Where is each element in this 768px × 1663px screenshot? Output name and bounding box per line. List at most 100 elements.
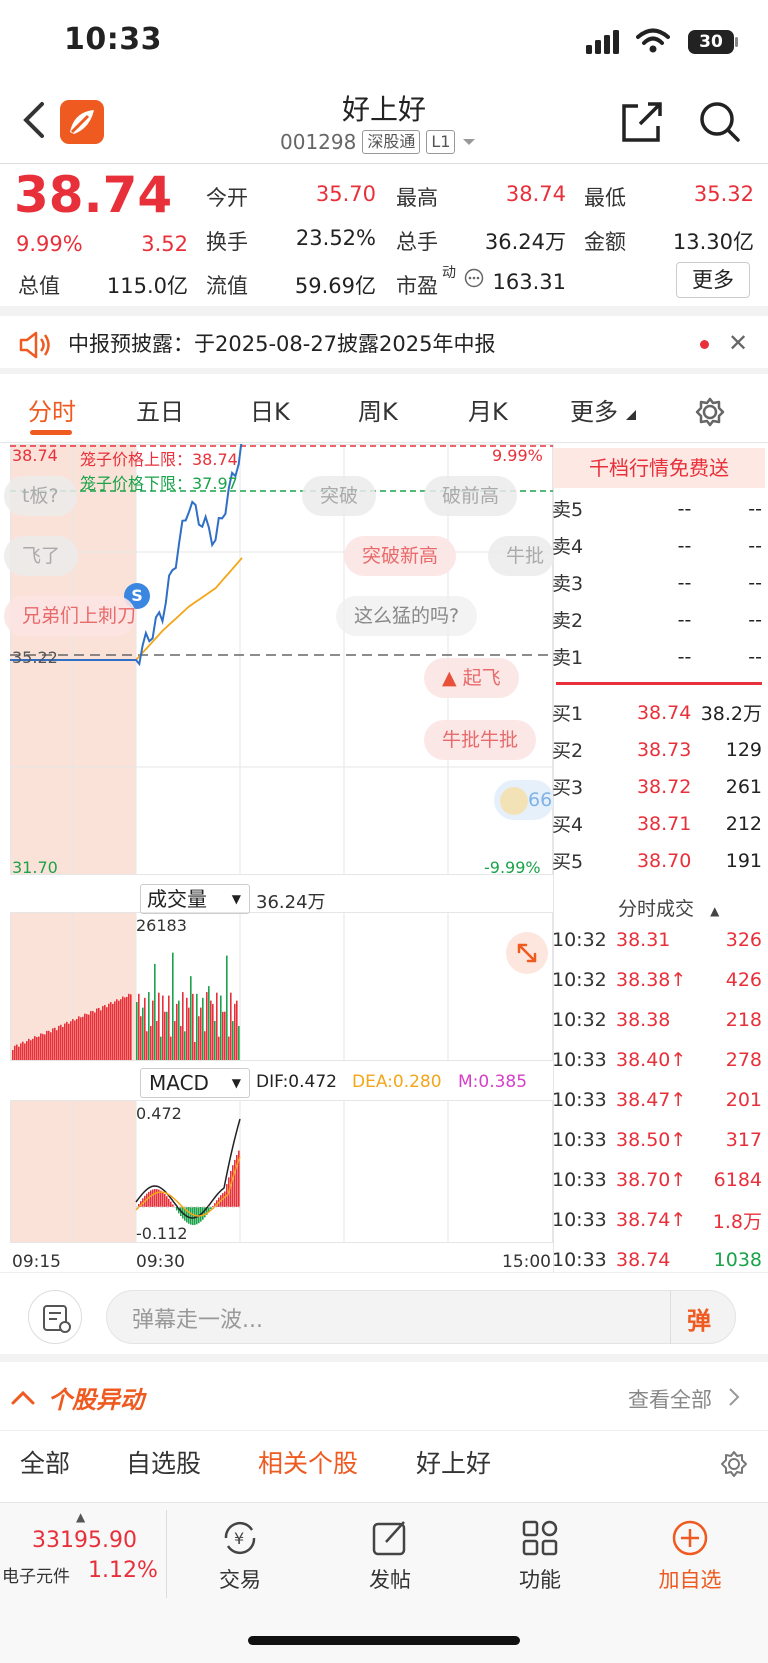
volume-bar bbox=[156, 1020, 158, 1060]
tab-weekly-k[interactable]: 周K bbox=[358, 392, 398, 427]
order-price: -- bbox=[677, 497, 692, 520]
subtab-related[interactable]: 相关个股 bbox=[258, 1444, 358, 1480]
last-price: 38.74 bbox=[14, 166, 173, 224]
post-button[interactable]: 发帖 bbox=[340, 1512, 440, 1622]
volume-bar bbox=[28, 1038, 30, 1060]
volume-bar bbox=[198, 1016, 200, 1060]
price-top-label: 38.74 bbox=[12, 446, 58, 465]
level2-promo-banner[interactable]: 千档行情免费送 bbox=[553, 448, 765, 488]
functions-label: 功能 bbox=[519, 1568, 561, 1592]
info-circle-icon[interactable] bbox=[464, 268, 484, 288]
sector-index-value[interactable]: 33195.90 bbox=[32, 1528, 137, 1553]
danmaku-bubble: 破前高 bbox=[424, 476, 518, 516]
volume-bar bbox=[216, 992, 218, 1060]
macd-bar bbox=[170, 1201, 172, 1207]
buy-orders: 买1 38.74 38.2万 买2 38.73 129 买3 38.72 261 买4 38.… bbox=[552, 694, 762, 879]
macd-bar bbox=[204, 1207, 206, 1218]
tick-volume: 326 bbox=[725, 929, 762, 951]
tab-daily-k[interactable]: 日K bbox=[250, 392, 290, 427]
close-icon[interactable]: ✕ bbox=[728, 329, 748, 357]
macd-indicator-select[interactable]: MACD ▼ bbox=[140, 1068, 250, 1098]
level-tag: L1 bbox=[426, 130, 456, 154]
subtab-this-stock[interactable]: 好上好 bbox=[416, 1444, 491, 1480]
pct-bottom-label: -9.99% bbox=[484, 858, 541, 877]
macd-bar bbox=[164, 1193, 166, 1207]
home-indicator bbox=[248, 1636, 520, 1645]
volume-bar bbox=[86, 1014, 88, 1060]
add-watchlist-button[interactable]: 加自选 bbox=[640, 1512, 740, 1622]
functions-button[interactable]: 功能 bbox=[490, 1512, 590, 1622]
subtab-watchlist[interactable]: 自选股 bbox=[126, 1444, 201, 1480]
tick-time: 10:33 bbox=[552, 1089, 607, 1111]
chevron-up-icon[interactable] bbox=[10, 1388, 36, 1406]
gear-icon[interactable] bbox=[694, 396, 726, 428]
tick-volume: 426 bbox=[725, 969, 762, 991]
expand-button[interactable] bbox=[506, 932, 548, 974]
volume-bar bbox=[110, 1002, 112, 1060]
stock-code: 001298 bbox=[280, 130, 357, 154]
view-all-link[interactable]: 查看全部 bbox=[628, 1384, 741, 1414]
cellular-signal-icon bbox=[586, 30, 619, 54]
tab-monthly-k[interactable]: 月K bbox=[468, 392, 508, 427]
order-volume: 212 bbox=[725, 812, 762, 835]
float-cap-label: 流值 bbox=[206, 274, 248, 298]
pe-dynamic-sup: 动 bbox=[442, 265, 456, 281]
volume-bar bbox=[210, 1000, 212, 1060]
tab-more[interactable]: 更多 bbox=[570, 392, 636, 427]
order-label: 卖4 bbox=[552, 536, 584, 558]
order-label: 买5 bbox=[552, 851, 584, 873]
volume-bar bbox=[234, 1003, 236, 1060]
tick-price: 38.31 bbox=[616, 929, 671, 951]
pe-label: 市盈 bbox=[396, 274, 438, 298]
more-quote-button[interactable]: 更多 bbox=[676, 262, 750, 298]
prev-close-label: 35.22 bbox=[12, 648, 58, 667]
volume-bar bbox=[56, 1030, 58, 1060]
intraday-chart[interactable] bbox=[10, 444, 553, 1270]
search-icon[interactable] bbox=[698, 100, 742, 144]
volume-bar bbox=[104, 1004, 106, 1060]
volume-indicator-select[interactable]: 成交量 ▼ bbox=[140, 884, 250, 914]
order-label: 卖2 bbox=[552, 610, 584, 632]
order-row: 买4 38.71 212 bbox=[552, 805, 762, 842]
sector-name: 电子元件 bbox=[2, 1567, 70, 1587]
volume-bar bbox=[192, 993, 194, 1060]
volume-bar bbox=[146, 1031, 148, 1060]
volume-bar bbox=[200, 1007, 202, 1060]
app-root: 10:33 30 好上好 001298 深股通 L1 38.74 9.99% 3… bbox=[0, 0, 768, 1663]
caret-down-icon[interactable] bbox=[461, 137, 477, 147]
volume-bar bbox=[70, 1021, 72, 1060]
danmaku-bubble: ▲ 起飞 bbox=[424, 658, 519, 698]
volume-bar bbox=[114, 1001, 116, 1060]
tab-five-day[interactable]: 五日 bbox=[136, 392, 184, 427]
tick-trades-title[interactable]: 分时成交 ▲ bbox=[618, 894, 719, 921]
trade-button[interactable]: ¥ 交易 bbox=[190, 1512, 290, 1622]
order-price: 38.70 bbox=[636, 849, 692, 872]
tick-row: 10:33 38.74↑ 1.8万 bbox=[552, 1200, 762, 1240]
volume-bar bbox=[26, 1041, 28, 1060]
time-label-close: 15:00 bbox=[502, 1252, 551, 1272]
order-label: 卖3 bbox=[552, 573, 584, 595]
subtab-all[interactable]: 全部 bbox=[20, 1444, 70, 1480]
share-icon[interactable] bbox=[620, 100, 664, 144]
macd-bar bbox=[154, 1189, 156, 1207]
volume-bar bbox=[158, 992, 160, 1060]
volume-bar bbox=[160, 1036, 162, 1060]
turnover-value: 23.52% bbox=[295, 226, 376, 250]
volume-bar bbox=[22, 1041, 24, 1060]
danmaku-bubble: 突破新高 bbox=[344, 536, 457, 576]
macd-bar bbox=[232, 1165, 234, 1207]
gear-icon[interactable] bbox=[720, 1450, 748, 1478]
tick-volume: 6184 bbox=[713, 1169, 762, 1191]
danmu-send-button[interactable]: 弹 bbox=[670, 1290, 736, 1344]
volume-bar bbox=[48, 1030, 50, 1060]
volume-bar bbox=[24, 1043, 26, 1060]
tick-price: 38.38↑ bbox=[616, 969, 687, 991]
tick-row: 10:33 38.47↑ 201 bbox=[552, 1080, 762, 1120]
volume-bar bbox=[236, 1000, 238, 1060]
tick-row: 10:33 38.50↑ 317 bbox=[552, 1120, 762, 1160]
danmaku-bubble: 牛批 bbox=[488, 536, 554, 576]
note-button[interactable] bbox=[28, 1290, 82, 1344]
tab-intraday[interactable]: 分时 bbox=[28, 392, 76, 427]
tick-price: 38.47↑ bbox=[616, 1089, 687, 1111]
announcement-text[interactable]: 中报预披露：于2025-08-27披露2025年中报 bbox=[68, 328, 495, 358]
